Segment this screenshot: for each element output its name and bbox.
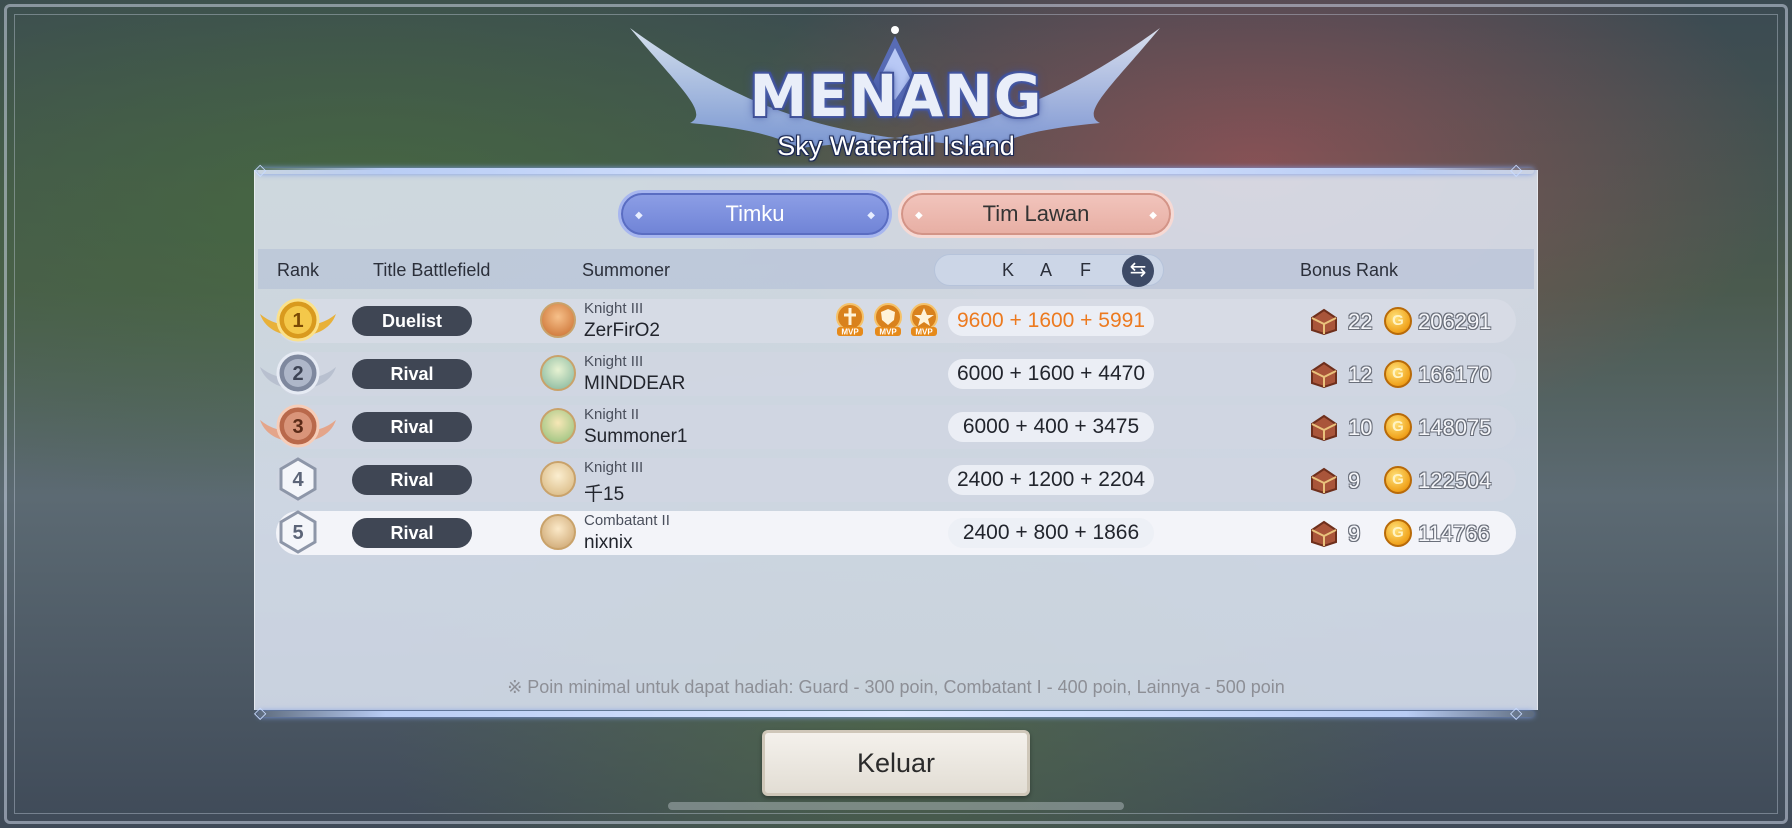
map-name: Sky Waterfall Island <box>777 131 1015 161</box>
kaf-score: 9600 + 1600 + 5991 <box>948 306 1154 336</box>
mvp-label: MVP <box>841 328 859 337</box>
diamond-icon: ◆ <box>867 210 875 221</box>
title-badge: Duelist <box>352 306 472 336</box>
title-badge: Rival <box>352 412 472 442</box>
rank-badge-icon: 4 <box>279 457 317 501</box>
col-summoner: Summoner <box>582 260 671 280</box>
rank-number: 3 <box>292 416 303 438</box>
coin-count: 206291 <box>1418 309 1492 334</box>
gold-coin-icon: G <box>1384 307 1412 335</box>
rail-cap-icon: ◇ <box>254 162 267 179</box>
chest-count: 9 <box>1348 468 1361 493</box>
chest-count: 12 <box>1348 362 1373 387</box>
swap-arrows-icon[interactable]: ⇆ <box>1122 255 1154 287</box>
rank-number: 4 <box>292 469 304 491</box>
kaf-score: 6000 + 1600 + 4470 <box>948 359 1154 389</box>
bronze-rank-badge-icon: 3 <box>260 404 336 448</box>
summoner-rank: Combatant II <box>584 512 670 529</box>
col-title: Title Battlefield <box>373 260 491 280</box>
title-badge: Rival <box>352 518 472 548</box>
summoner-rank: Knight II <box>584 406 640 423</box>
title-badge: Rival <box>352 465 472 495</box>
title-badge: Rival <box>352 359 472 389</box>
tab-enemy-team-label: Tim Lawan <box>982 201 1090 226</box>
rank-number: 2 <box>292 363 303 385</box>
home-indicator[interactable] <box>668 802 1124 810</box>
gold-rank-badge-icon: 1 <box>260 298 336 342</box>
rail-cap-icon: ◇ <box>1510 705 1523 722</box>
col-kills: K <box>1002 260 1015 280</box>
top-rail <box>258 168 1534 174</box>
summoner-rank: Knight III <box>584 300 644 317</box>
bottom-rail <box>258 711 1534 717</box>
result-title: MENANG <box>749 62 1043 130</box>
mvp-label: MVP <box>879 328 897 337</box>
mvp-star-icon: MVP <box>910 303 938 337</box>
mvp-label: MVP <box>915 328 933 337</box>
reward-footnote: ※ Poin minimal untuk dapat hadiah: Guard… <box>507 677 1285 697</box>
diamond-icon: ◆ <box>915 210 923 221</box>
diamond-icon: ◆ <box>1149 210 1157 221</box>
col-f: F <box>1080 260 1091 280</box>
gold-coin-icon: G <box>1384 360 1412 388</box>
chest-count: 22 <box>1348 309 1373 334</box>
chest-count: 10 <box>1348 415 1373 440</box>
summoner-name: MINDDEAR <box>584 373 686 394</box>
exit-button[interactable]: Keluar <box>762 730 1030 796</box>
col-assists: A <box>1040 260 1053 280</box>
treasure-chest-icon <box>1311 414 1337 442</box>
rail-cap-icon: ◇ <box>254 705 267 722</box>
gold-coin-icon: G <box>1384 519 1412 547</box>
treasure-chest-icon <box>1311 361 1337 389</box>
summoner-rank: Knight III <box>584 353 644 370</box>
avatar[interactable] <box>540 302 576 338</box>
summoner-rank: Knight III <box>584 459 644 476</box>
exit-button-label: Keluar <box>856 747 936 778</box>
summoner-name: Summoner1 <box>584 426 688 447</box>
coin-count: 166170 <box>1418 362 1492 387</box>
chest-count: 9 <box>1348 521 1361 546</box>
treasure-chest-icon <box>1311 520 1337 548</box>
rank-badge-icon: 5 <box>279 510 317 554</box>
silver-rank-badge-icon: 2 <box>260 351 336 395</box>
avatar[interactable] <box>540 408 576 444</box>
kaf-score: 2400 + 1200 + 2204 <box>948 465 1154 495</box>
rank-number: 5 <box>292 522 303 544</box>
kaf-score: 6000 + 400 + 3475 <box>948 412 1154 442</box>
tab-my-team[interactable]: ◆ Timku ◆ <box>618 190 892 238</box>
tab-my-team-label: Timku <box>725 201 785 226</box>
col-bonus-rank: Bonus Rank <box>1300 260 1399 280</box>
treasure-chest-icon <box>1311 308 1337 336</box>
rank-number: 1 <box>292 310 303 332</box>
coin-count: 148075 <box>1418 415 1492 440</box>
summoner-name: ZerFirO2 <box>584 320 660 341</box>
summoner-name: nixnix <box>584 532 633 553</box>
mvp-sword-icon: MVP <box>836 303 864 337</box>
rail-cap-icon: ◇ <box>1510 162 1523 179</box>
gold-coin-icon: G <box>1384 413 1412 441</box>
kaf-score: 2400 + 800 + 1866 <box>948 518 1154 548</box>
summoner-name: 千15 <box>584 484 625 505</box>
mvp-shield-icon: MVP <box>874 303 902 337</box>
avatar[interactable] <box>540 461 576 497</box>
treasure-chest-icon <box>1311 467 1337 495</box>
avatar[interactable] <box>540 355 576 391</box>
avatar[interactable] <box>540 514 576 550</box>
coin-count: 114766 <box>1418 521 1490 546</box>
col-rank: Rank <box>277 260 320 280</box>
gold-coin-icon: G <box>1384 466 1412 494</box>
diamond-icon: ◆ <box>635 210 643 221</box>
coin-count: 122504 <box>1418 468 1492 493</box>
tab-enemy-team[interactable]: ◆ Tim Lawan ◆ <box>898 190 1174 238</box>
